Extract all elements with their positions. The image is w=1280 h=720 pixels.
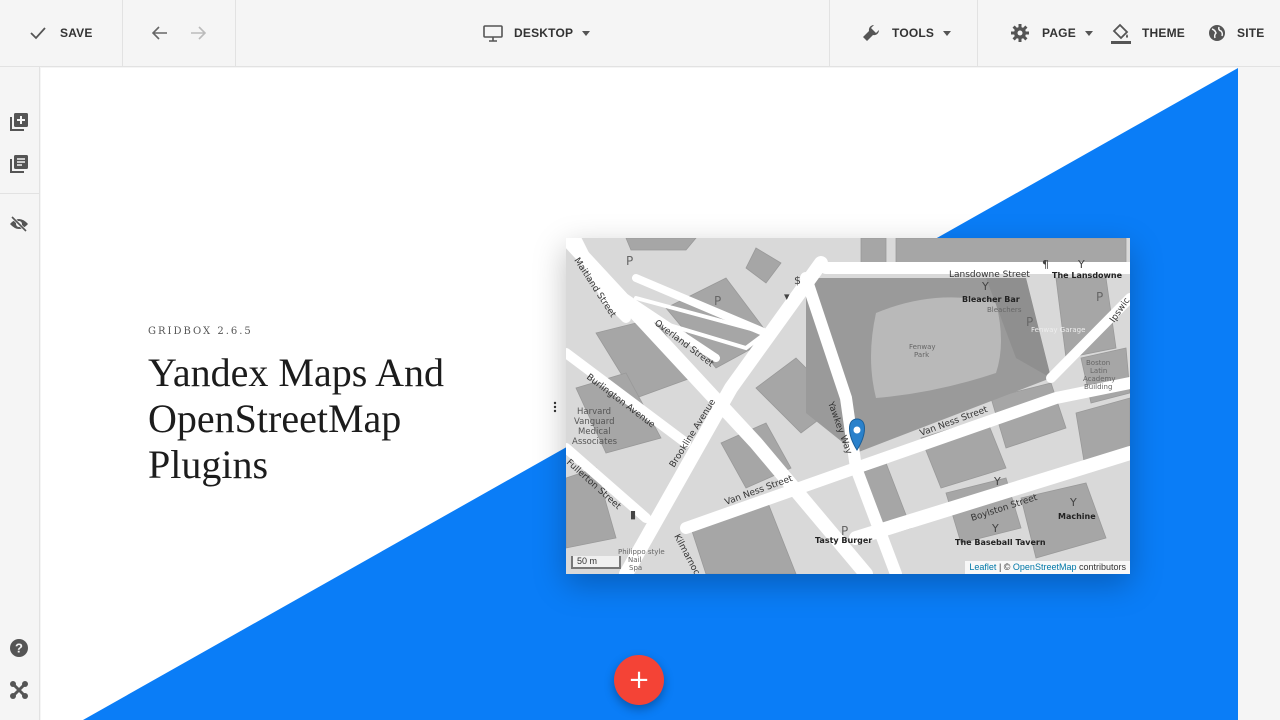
bar-icon: Y <box>981 280 989 293</box>
map-label-boston-latin: Academy <box>1083 375 1116 383</box>
library-icon[interactable] <box>9 154 29 174</box>
bar-icon: Y <box>991 522 999 535</box>
paint-bucket-icon <box>1110 22 1132 44</box>
top-toolbar: SAVE DESKTOP TOOLS PAGE THEME SITE <box>0 0 1280 67</box>
traffic-light-icon: ▮ <box>630 508 636 521</box>
toolbar-divider <box>235 0 236 66</box>
save-label: SAVE <box>60 26 93 40</box>
map-label-spa: Philippo style <box>618 548 665 556</box>
restaurant-icon: ¶ <box>1042 258 1049 271</box>
map-label-boston-latin: Latin <box>1090 367 1107 375</box>
map-label-fenway-park: Park <box>914 351 930 359</box>
map-label-fenway-park: Fenway <box>909 343 936 351</box>
bar-icon: Y <box>1069 496 1077 509</box>
canvas-right-margin <box>1238 67 1280 720</box>
page-dropdown[interactable]: PAGE <box>1011 0 1093 66</box>
bar-icon: Y <box>993 475 1001 488</box>
chevron-down-icon <box>582 30 591 36</box>
chevron-down-icon <box>943 30 952 36</box>
attribution-separator: | © <box>996 562 1013 572</box>
visibility-off-icon[interactable] <box>9 214 29 234</box>
map-scale-bar: 50 m <box>571 556 621 569</box>
page-canvas: GRIDBOX 2.6.5 Yandex Maps And OpenStreet… <box>41 68 1238 720</box>
map-attribution: Leaflet | © OpenStreetMap contributors <box>965 561 1130 574</box>
page-label: PAGE <box>1042 26 1076 40</box>
parking-icon: P <box>626 254 633 268</box>
gear-icon <box>1011 24 1029 42</box>
map-label-bleacher-bar: Bleacher Bar <box>962 295 1020 304</box>
title-line: Yandex Maps And <box>148 350 444 395</box>
toolbar-divider <box>829 0 830 66</box>
bank-icon: $ <box>794 274 801 287</box>
title-line: OpenStreetMap <box>148 396 402 441</box>
bar-icon: Y <box>1077 258 1085 271</box>
map-label-baseball-tavern: The Baseball Tavern <box>955 538 1046 547</box>
attribution-suffix: contributors <box>1076 562 1126 572</box>
toolbar-divider <box>977 0 978 66</box>
map-label-boston-latin: Boston <box>1086 359 1110 367</box>
map-label-harvard: Associates <box>572 437 618 447</box>
chevron-down-icon <box>1084 30 1093 36</box>
globe-icon <box>1208 24 1226 42</box>
page-title[interactable]: Yandex Maps And OpenStreetMap Plugins <box>148 350 508 488</box>
joomla-icon[interactable] <box>9 680 29 700</box>
sidebar-divider <box>0 193 40 194</box>
add-element-icon[interactable] <box>9 112 29 132</box>
map-label-the-lansdowne: The Lansdowne <box>1052 271 1123 280</box>
save-button[interactable]: SAVE <box>30 0 93 66</box>
check-icon <box>30 26 46 40</box>
help-icon[interactable]: ? <box>9 638 29 658</box>
map-label-harvard: Vanguard <box>574 417 614 427</box>
map-label-harvard: Harvard <box>577 407 611 417</box>
waste-basket-icon: ▾ <box>784 290 790 303</box>
map-label-fenway-garage: Fenway Garage <box>1031 326 1085 334</box>
toolbar-divider <box>122 0 123 66</box>
svg-text:?: ? <box>15 641 23 656</box>
parking-icon: P <box>714 294 721 308</box>
tools-dropdown[interactable]: TOOLS <box>861 0 952 66</box>
left-sidebar: ? <box>0 67 40 720</box>
map-label-spa: Nail <box>628 556 641 564</box>
redo-button[interactable] <box>190 0 206 66</box>
theme-button[interactable]: THEME <box>1110 0 1185 66</box>
map-label-tasty-burger: Tasty Burger <box>815 536 872 545</box>
pre-title: GRIDBOX 2.6.5 <box>148 326 253 337</box>
parking-icon: P <box>1096 290 1103 304</box>
undo-button[interactable] <box>152 0 168 66</box>
tools-label: TOOLS <box>892 26 935 40</box>
map-label-boston-latin: Building <box>1084 383 1112 391</box>
map-label-spa: Spa <box>629 564 642 572</box>
theme-label: THEME <box>1142 26 1185 40</box>
desktop-icon <box>483 24 503 42</box>
map-widget[interactable]: P P P P P Maitland Street Overland Stree… <box>566 238 1130 574</box>
map-label-lansdowne: Lansdowne Street <box>949 270 1030 280</box>
add-section-button[interactable]: + <box>614 655 664 705</box>
leaflet-link[interactable]: Leaflet <box>969 562 996 572</box>
map-tiles[interactable]: P P P P P Maitland Street Overland Stree… <box>566 238 1130 574</box>
wrench-icon <box>861 23 881 43</box>
site-label: SITE <box>1237 26 1265 40</box>
site-button[interactable]: SITE <box>1208 0 1264 66</box>
openstreetmap-link[interactable]: OpenStreetMap <box>1013 562 1077 572</box>
map-label-bleachers: Bleachers <box>987 306 1022 314</box>
desktop-label: DESKTOP <box>514 26 574 40</box>
device-dropdown[interactable]: DESKTOP <box>483 0 591 66</box>
arrow-left-icon <box>152 26 168 40</box>
more-options-icon[interactable] <box>553 400 557 413</box>
arrow-right-icon <box>190 26 206 40</box>
map-label-harvard: Medical <box>578 427 611 437</box>
map-label-machine: Machine <box>1058 512 1096 521</box>
title-line: Plugins <box>148 442 269 487</box>
